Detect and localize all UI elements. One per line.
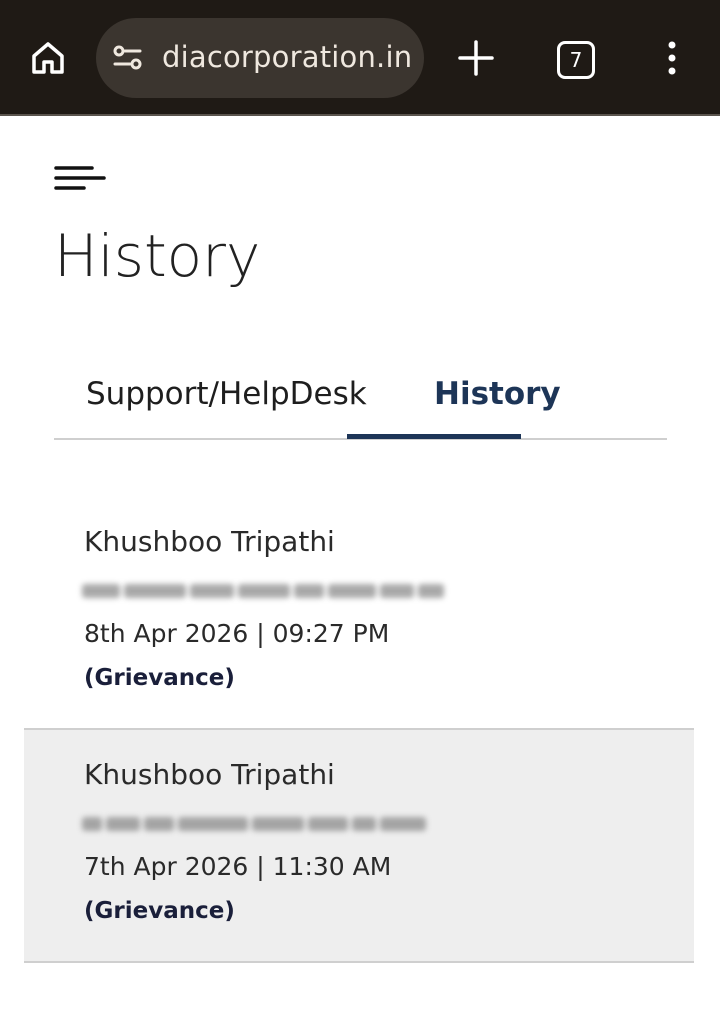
history-item-name: Khushboo Tripathi <box>84 525 335 558</box>
history-item[interactable]: Khushboo Tripathi 8th Apr 2026 | 09:27 P… <box>24 497 694 730</box>
url-text[interactable]: diacorporation.in <box>162 40 412 74</box>
history-item-type: (Grievance) <box>84 665 235 691</box>
more-menu-icon[interactable] <box>664 40 680 76</box>
site-settings-icon[interactable] <box>110 40 146 76</box>
tab-history[interactable]: History <box>434 376 561 412</box>
hamburger-menu-icon[interactable] <box>54 164 106 192</box>
redacted-contact <box>82 804 470 844</box>
history-item[interactable]: Khushboo Tripathi 7th Apr 2026 | 11:30 A… <box>24 730 694 963</box>
new-tab-icon[interactable] <box>456 38 496 78</box>
active-tab-indicator <box>347 434 521 439</box>
address-bar[interactable]: diacorporation.in <box>96 18 424 98</box>
redacted-contact <box>82 571 470 611</box>
history-item-date: 7th Apr 2026 | 11:30 AM <box>84 852 392 881</box>
browser-toolbar: diacorporation.in 7 <box>0 0 720 116</box>
history-item-date: 8th Apr 2026 | 09:27 PM <box>84 619 390 648</box>
history-item-type: (Grievance) <box>84 898 235 924</box>
tab-bar: Support/HelpDesk History <box>54 360 667 440</box>
page-title: History <box>54 222 261 290</box>
tab-support-helpdesk[interactable]: Support/HelpDesk <box>86 376 367 412</box>
home-icon[interactable] <box>28 38 68 78</box>
history-item-name: Khushboo Tripathi <box>84 758 335 791</box>
tab-switcher-icon[interactable]: 7 <box>557 41 595 79</box>
